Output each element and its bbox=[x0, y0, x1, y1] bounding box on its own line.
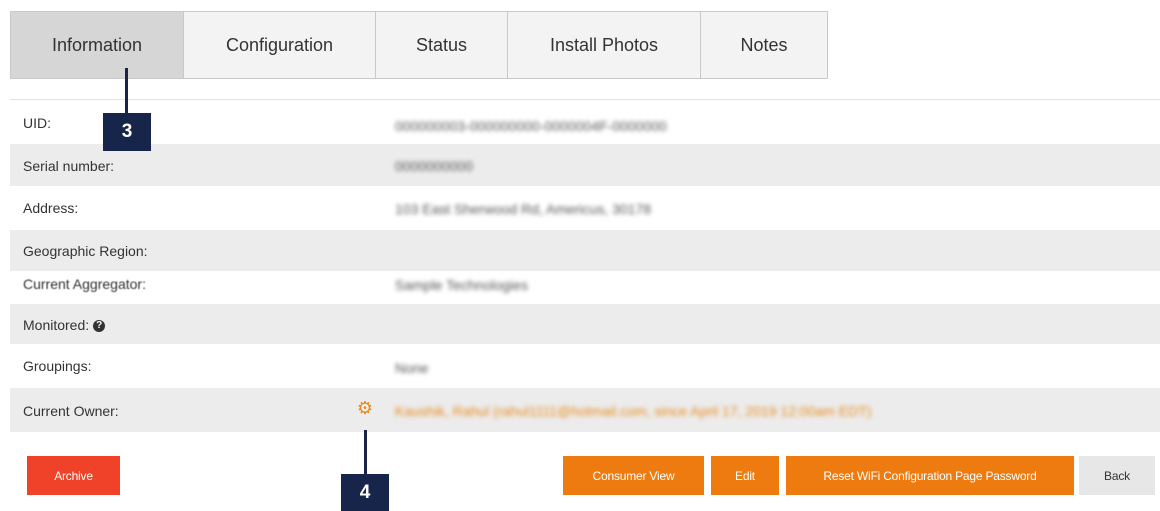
row-geographic-region: Geographic Region: bbox=[10, 230, 1160, 271]
row-groupings: Groupings: None bbox=[10, 344, 1160, 388]
address-label: Address: bbox=[23, 200, 79, 216]
tab-notes[interactable]: Notes bbox=[701, 11, 828, 79]
tab-install-photos[interactable]: Install Photos bbox=[508, 11, 701, 79]
tab-status[interactable]: Status bbox=[376, 11, 508, 79]
consumer-view-button[interactable]: Consumer View bbox=[563, 456, 704, 495]
back-button[interactable]: Back bbox=[1079, 456, 1155, 495]
tab-information[interactable]: Information bbox=[10, 11, 184, 79]
callout-4-badge: 4 bbox=[341, 474, 389, 511]
row-monitored: Monitored:? bbox=[10, 304, 1160, 344]
callout-3-line bbox=[125, 68, 128, 113]
reset-wifi-password-button[interactable]: Reset WiFi Configuration Page Password bbox=[786, 456, 1074, 495]
uid-label: UID: bbox=[23, 115, 51, 131]
monitored-label: Monitored: bbox=[23, 317, 90, 333]
callout-3-badge: 3 bbox=[103, 113, 151, 151]
serial-number-label: Serial number: bbox=[23, 158, 115, 174]
serial-number-value: 0000000000 bbox=[395, 158, 473, 174]
row-current-owner: Current Owner: ⚙ Kaushik, Rahul (rahul11… bbox=[10, 388, 1160, 432]
tab-configuration[interactable]: Configuration bbox=[184, 11, 376, 79]
current-aggregator-label: Current Aggregator: bbox=[23, 276, 146, 292]
geographic-region-label: Geographic Region: bbox=[23, 243, 148, 259]
archive-button[interactable]: Archive bbox=[27, 456, 120, 495]
uid-value: 000000003-000000000-0000004F-0000000 bbox=[395, 118, 667, 134]
question-circle-icon[interactable]: ? bbox=[93, 320, 106, 333]
current-owner-label: Current Owner: bbox=[23, 403, 119, 419]
current-owner-value[interactable]: Kaushik, Rahul (rahul1111@hotmail.com, s… bbox=[395, 403, 871, 419]
current-aggregator-value: Sample Technologies bbox=[395, 277, 528, 293]
row-address: Address: 103 East Sherwood Rd, Americus,… bbox=[10, 186, 1160, 230]
gear-icon[interactable]: ⚙ bbox=[356, 399, 374, 417]
row-serial-number: Serial number: 0000000000 bbox=[10, 144, 1160, 186]
row-current-aggregator: Current Aggregator: Sample Technologies bbox=[10, 271, 1160, 304]
information-table: UID: 000000003-000000000-0000004F-000000… bbox=[10, 99, 1160, 433]
row-uid: UID: 000000003-000000000-0000004F-000000… bbox=[10, 100, 1160, 144]
edit-button[interactable]: Edit bbox=[711, 456, 779, 495]
address-value: 103 East Sherwood Rd, Americus, 30178 bbox=[395, 201, 652, 217]
tab-bar: Information Configuration Status Install… bbox=[10, 11, 828, 79]
callout-4-line bbox=[364, 430, 367, 474]
groupings-label: Groupings: bbox=[23, 358, 92, 374]
groupings-value: None bbox=[395, 360, 429, 376]
monitored-label-wrap: Monitored:? bbox=[23, 317, 106, 333]
